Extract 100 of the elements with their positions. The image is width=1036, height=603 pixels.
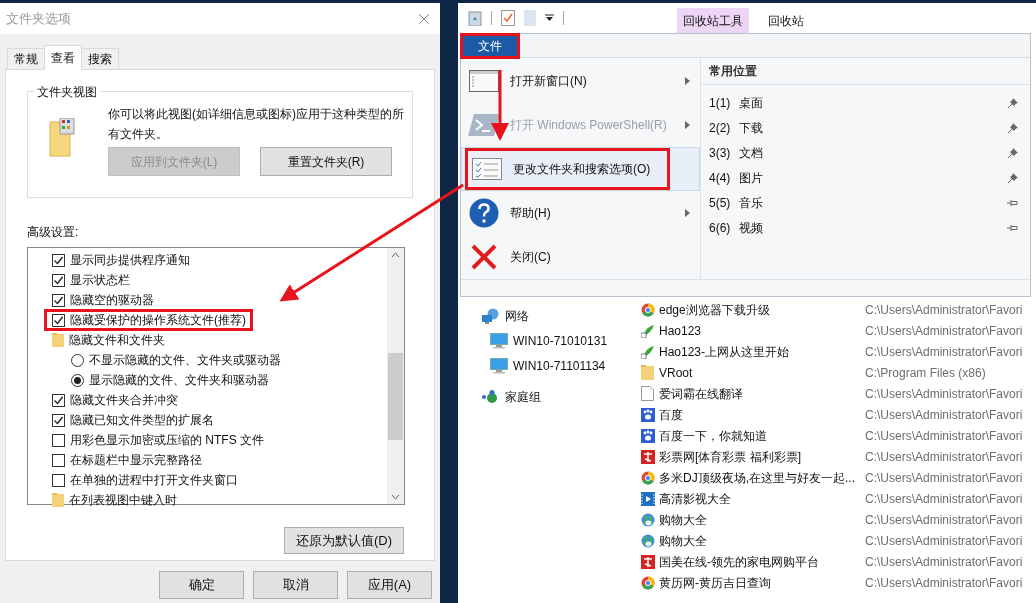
setting-label: 显示同步提供程序通知 <box>70 252 190 269</box>
menu-item[interactable]: 打开新窗口(N) <box>461 59 700 103</box>
file-row[interactable]: 购物大全 C:\Users\Administrator\Favori <box>632 530 1036 551</box>
file-path: C:\Users\Administrator\Favori <box>865 448 1023 466</box>
file-path: C:\Users\Administrator\Favori <box>865 511 1023 529</box>
file-name: 百度 <box>659 406 684 424</box>
file-row[interactable]: 多米DJ顶级夜场,在这里与好友一起... C:\Users\Administrator\Favori <box>632 467 1036 488</box>
checkbox[interactable] <box>52 293 65 307</box>
checkbox[interactable] <box>52 413 65 427</box>
ribbon-tab[interactable]: 回收站工具 <box>677 8 749 33</box>
frequent-place-item[interactable]: 4(4) 图片 <box>701 165 1030 190</box>
radio-button[interactable] <box>71 353 84 367</box>
paw-icon <box>640 407 655 422</box>
window-title: 文件夹选项 <box>6 9 71 28</box>
character-tile-icon <box>640 449 655 464</box>
file-row[interactable]: 彩票网[体育彩票 福利彩票] C:\Users\Administrator\Favori <box>632 446 1036 467</box>
checkbox[interactable] <box>52 453 65 467</box>
file-row[interactable]: 高清影视大全 C:\Users\Administrator\Favori <box>632 488 1036 509</box>
file-name: 高清影视大全 <box>659 490 732 508</box>
pin-icon[interactable] <box>1008 147 1018 158</box>
file-name: 爱词霸在线翻译 <box>659 385 744 403</box>
checklist-icon <box>472 158 502 180</box>
file-row[interactable]: Hao123 C:\Users\Administrator\Favori <box>632 320 1036 341</box>
scrollbar-thumb[interactable] <box>388 353 403 440</box>
checkbox[interactable] <box>52 253 65 267</box>
nav-item[interactable]: WIN10-71010131 <box>458 328 632 353</box>
file-row[interactable]: 购物大全 C:\Users\Administrator\Favori <box>632 509 1036 530</box>
frequent-place-item[interactable]: 6(6) 视频 <box>701 215 1030 240</box>
group-title: 文件夹视图 <box>34 83 100 101</box>
file-row[interactable]: edge浏览器下载升级 C:\Users\Administrator\Favori <box>632 299 1036 320</box>
file-row[interactable]: 百度 C:\Users\Administrator\Favori <box>632 404 1036 425</box>
file-name: 购物大全 <box>659 511 708 529</box>
pin-icon[interactable] <box>1008 122 1018 133</box>
window-icon <box>469 70 499 92</box>
checkbox[interactable] <box>52 473 65 487</box>
character-tile-icon <box>640 554 655 569</box>
setting-group-label: 隐藏文件和文件夹 <box>69 332 165 349</box>
folder-icon <box>48 118 76 158</box>
file-name: 多米DJ顶级夜场,在这里与好友一起... <box>659 469 856 487</box>
nav-item[interactable]: WIN10-71101134 <box>458 353 632 378</box>
tab[interactable]: 查看 <box>44 45 82 70</box>
unpinned-icon[interactable] <box>1007 223 1018 232</box>
nav-item[interactable]: 网络 <box>458 303 632 328</box>
file-name: 百度一下，你就知道 <box>659 427 768 445</box>
terminal-icon <box>468 114 500 136</box>
pin-icon[interactable] <box>1008 172 1018 183</box>
file-row[interactable]: Hao123-上网从这里开始 C:\Users\Administrator\Favori <box>632 341 1036 362</box>
menu-item[interactable]: 帮助(H) <box>461 191 700 235</box>
file-path: C:\Users\Administrator\Favori <box>865 301 1023 319</box>
browser-icon <box>640 470 655 485</box>
checkbox[interactable] <box>52 393 65 407</box>
file-name: 黄历网-黄历吉日查询 <box>659 574 772 592</box>
dialog-button[interactable]: 还原为默认值(D) <box>284 527 404 554</box>
file-name: 购物大全 <box>659 532 708 550</box>
menu-item[interactable]: 更改文件夹和搜索选项(O) <box>461 147 700 191</box>
page-icon <box>641 386 654 401</box>
radio-button[interactable] <box>71 373 84 387</box>
nav-item[interactable]: 家庭组 <box>458 384 632 409</box>
scroll-up-icon[interactable] <box>391 252 400 258</box>
checkbox[interactable] <box>52 273 65 287</box>
close-icon[interactable] <box>418 12 430 25</box>
tab[interactable]: 常规 <box>7 48 45 70</box>
dialog-button[interactable]: 重置文件夹(R) <box>260 147 392 176</box>
file-row[interactable]: 爱词霸在线翻译 C:\Users\Administrator\Favori <box>632 383 1036 404</box>
dialog-button[interactable]: 确定 <box>159 571 244 599</box>
file-row[interactable]: VRoot C:\Program Files (x86) <box>632 362 1036 383</box>
file-row[interactable]: 百度一下，你就知道 C:\Users\Administrator\Favori <box>632 425 1036 446</box>
tab[interactable]: 搜索 <box>81 48 119 70</box>
dropdown-icon[interactable] <box>545 14 554 22</box>
file-name: 彩票网[体育彩票 福利彩票] <box>659 448 802 466</box>
checkbox[interactable] <box>52 433 65 447</box>
file-path: C:\Users\Administrator\Favori <box>865 490 1023 508</box>
frequent-place-item[interactable]: 2(2) 下载 <box>701 115 1030 140</box>
file-tab[interactable]: 文件 <box>460 33 520 59</box>
submenu-arrow-icon <box>685 77 690 85</box>
setting-group-label: 在列表视图中键入时 <box>69 492 177 509</box>
frequent-place-item[interactable]: 1(1) 桌面 <box>701 90 1030 115</box>
setting-label: 隐藏文件夹合并冲突 <box>70 392 178 409</box>
file-row[interactable]: 黄历网-黄历吉日查询 C:\Users\Administrator\Favori <box>632 572 1036 593</box>
dialog-button[interactable]: 取消 <box>253 571 338 599</box>
setting-label: 用彩色显示加密或压缩的 NTFS 文件 <box>70 432 264 449</box>
checkbox[interactable] <box>52 313 65 327</box>
checked-document-icon[interactable] <box>501 10 515 26</box>
monitor-icon <box>490 332 508 349</box>
description-text: 你可以将此视图(如详细信息或图标)应用于这种类型的所有文件夹。 <box>108 106 405 143</box>
frequent-place-item[interactable]: 5(5) 音乐 <box>701 190 1030 215</box>
folder-icon <box>52 333 64 347</box>
scroll-down-icon[interactable] <box>391 494 400 500</box>
scrollbar[interactable] <box>387 248 404 504</box>
annotation-arrow <box>491 70 509 141</box>
pin-icon[interactable] <box>1008 97 1018 108</box>
setting-label: 在单独的进程中打开文件夹窗口 <box>70 472 238 489</box>
folder-icon <box>52 493 64 507</box>
dialog-button[interactable]: 应用(A) <box>347 571 432 599</box>
recycle-bin-icon[interactable] <box>468 10 482 26</box>
unpinned-icon[interactable] <box>1007 198 1018 207</box>
menu-item[interactable]: 关闭(C) <box>461 235 700 279</box>
file-row[interactable]: 国美在线-领先的家电网购平台 C:\Users\Administrator\Favori <box>632 551 1036 572</box>
submenu-arrow-icon <box>685 121 690 129</box>
frequent-place-item[interactable]: 3(3) 文档 <box>701 140 1030 165</box>
